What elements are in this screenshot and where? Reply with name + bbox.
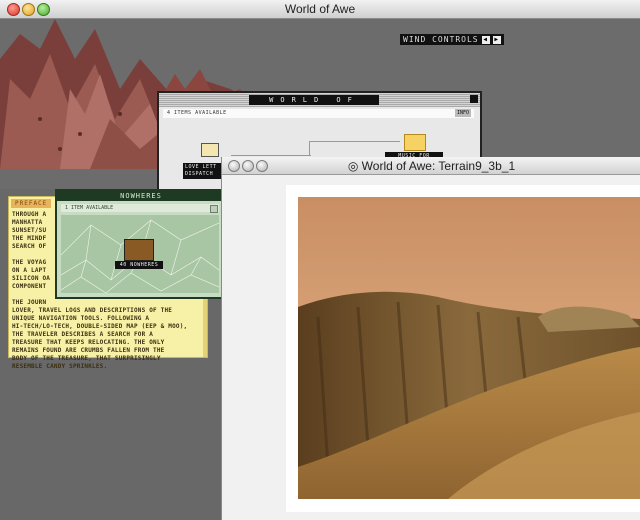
woa-header[interactable]: WORLD OF AWE (159, 93, 480, 114)
woa-close-box[interactable] (470, 95, 478, 103)
wind-left-button[interactable]: ◀ (481, 35, 490, 44)
nowheres-box-button[interactable] (210, 205, 218, 213)
envelope-icon[interactable] (201, 143, 219, 157)
info-button[interactable]: INFO (454, 109, 471, 117)
window-title: World of Awe (284, 2, 356, 16)
preface-tab[interactable]: PREFACE (11, 199, 52, 208)
woa-title: WORLD OF AWE (249, 95, 379, 114)
terrain-window-title-bar[interactable]: ◎ World of Awe: Terrain9_3b_1 (222, 157, 640, 175)
main-title-bar: World of Awe (0, 0, 640, 19)
woa-info-bar: 4 ITEMS AVAILABLE INFO (163, 109, 474, 118)
folder-icon[interactable] (404, 134, 426, 151)
woa-item-count: 4 ITEMS AVAILABLE (167, 110, 227, 116)
wind-controls[interactable]: WIND CONTROLS ◀ ▶ (400, 34, 504, 45)
nowheres-title[interactable]: NOWHERES (57, 191, 225, 201)
nowheres-info-bar: 1 ITEM AVAILABLE (61, 204, 219, 213)
nowheres-item-label[interactable]: 40 NOWHERES (115, 261, 163, 269)
nowheres-thumbnail-icon[interactable] (124, 239, 154, 261)
wind-right-button[interactable]: ▶ (492, 35, 501, 44)
nowheres-dialog: NOWHERES 1 ITEM AVAILABLE 40 NOWHERES (55, 189, 227, 299)
connector-line (231, 155, 311, 156)
terrain-window-title: ◎ World of Awe: Terrain9_3b_1 (347, 159, 516, 173)
nowheres-item-count: 1 ITEM AVAILABLE (65, 205, 114, 211)
terrain-scene[interactable] (298, 197, 640, 499)
wind-controls-label: WIND CONTROLS (403, 35, 479, 44)
